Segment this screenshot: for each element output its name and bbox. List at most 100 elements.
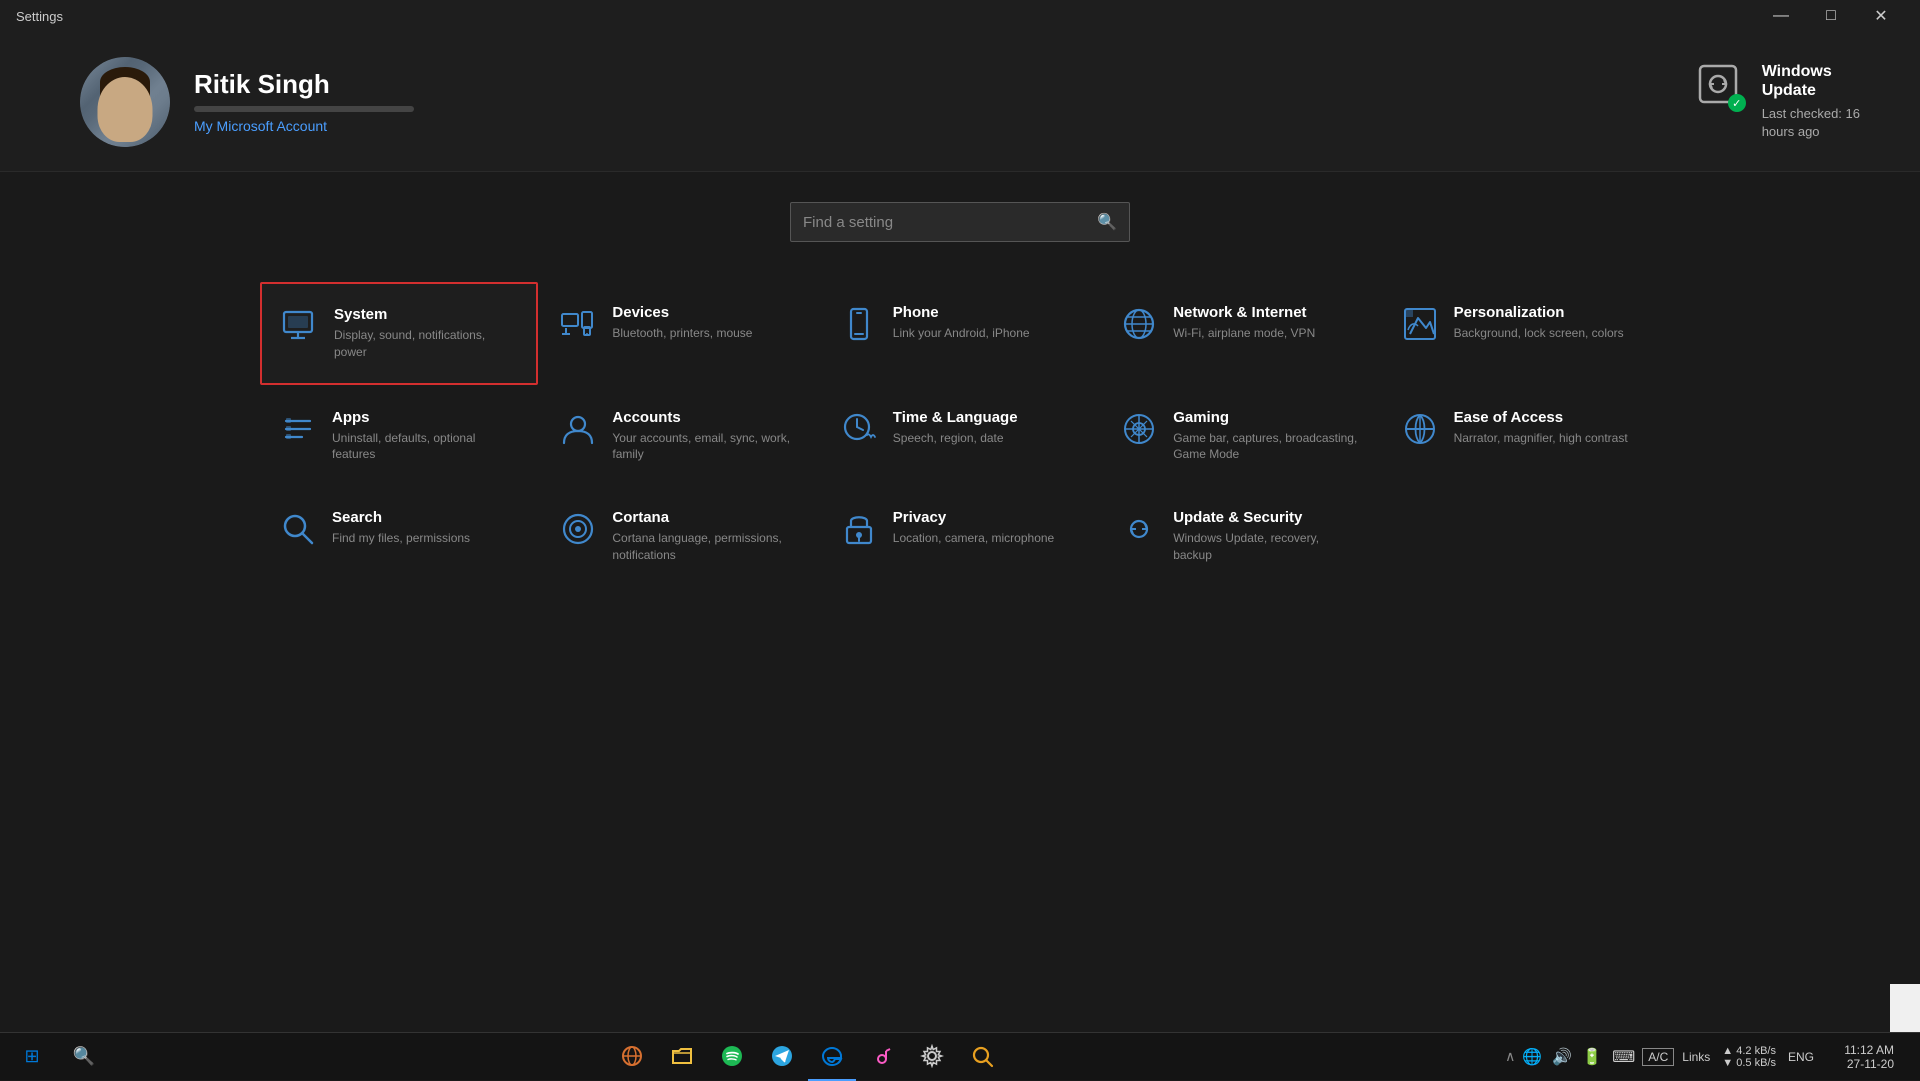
time-title: Time & Language bbox=[893, 409, 1018, 426]
taskbar-apps bbox=[608, 1033, 1006, 1081]
network-icon bbox=[1121, 306, 1157, 342]
tray-overflow[interactable]: ∧ bbox=[1505, 1048, 1515, 1065]
settings-item-network[interactable]: Network & Internet Wi-Fi, airplane mode,… bbox=[1101, 282, 1379, 385]
apps-desc: Uninstall, defaults, optional features bbox=[332, 430, 518, 464]
devices-desc: Bluetooth, printers, mouse bbox=[612, 325, 752, 342]
title-bar: Settings — □ ✕ bbox=[0, 0, 1920, 32]
taskbar-clock[interactable]: 11:12 AM 27-11-20 bbox=[1822, 1043, 1902, 1071]
accounts-text: Accounts Your accounts, email, sync, wor… bbox=[612, 409, 798, 464]
user-account-bar bbox=[194, 106, 414, 112]
settings-item-search[interactable]: Search Find my files, permissions bbox=[260, 487, 538, 586]
search-input[interactable] bbox=[803, 214, 1089, 231]
update-settings-icon bbox=[1121, 511, 1157, 547]
settings-item-accounts[interactable]: Accounts Your accounts, email, sync, wor… bbox=[540, 387, 818, 486]
taskbar-app-explorer[interactable] bbox=[658, 1033, 706, 1081]
taskbar-search-button[interactable]: 🔍 bbox=[60, 1033, 108, 1081]
ac-badge[interactable]: A/C bbox=[1642, 1048, 1674, 1066]
header: Ritik Singh My Microsoft Account ✓ Windo… bbox=[0, 32, 1920, 172]
search-icon: 🔍 bbox=[1097, 212, 1117, 232]
update-title: WindowsUpdate bbox=[1762, 62, 1860, 100]
ease-text: Ease of Access Narrator, magnifier, high… bbox=[1454, 409, 1628, 447]
avatar-image bbox=[80, 57, 170, 147]
user-name: Ritik Singh bbox=[194, 69, 414, 100]
settings-item-devices[interactable]: Devices Bluetooth, printers, mouse bbox=[540, 282, 818, 385]
close-button[interactable]: ✕ bbox=[1858, 0, 1904, 32]
taskbar-right: ∧ 🌐 🔊 🔋 ⌨ A/C Links ▲ 4.2 kB/s ▼ 0.5 kB/… bbox=[1505, 1033, 1912, 1081]
phone-text: Phone Link your Android, iPhone bbox=[893, 304, 1030, 342]
search-container: 🔍 bbox=[0, 172, 1920, 262]
avatar bbox=[80, 57, 170, 147]
network-text: Network & Internet Wi-Fi, airplane mode,… bbox=[1173, 304, 1315, 342]
settings-item-cortana[interactable]: Cortana Cortana language, permissions, n… bbox=[540, 487, 818, 586]
settings-item-time[interactable]: Time & Language Speech, region, date bbox=[821, 387, 1099, 486]
time-text: Time & Language Speech, region, date bbox=[893, 409, 1018, 447]
settings-item-gaming[interactable]: Gaming Game bar, captures, broadcasting,… bbox=[1101, 387, 1379, 486]
user-info: Ritik Singh My Microsoft Account bbox=[194, 69, 414, 134]
settings-item-privacy[interactable]: Privacy Location, camera, microphone bbox=[821, 487, 1099, 586]
settings-item-system[interactable]: System Display, sound, notifications, po… bbox=[260, 282, 538, 385]
update-info: WindowsUpdate Last checked: 16hours ago bbox=[1762, 62, 1860, 141]
taskbar-app-gear[interactable] bbox=[908, 1033, 956, 1081]
language-indicator[interactable]: ENG bbox=[1784, 1050, 1818, 1064]
tray-keyboard: ⌨ bbox=[1609, 1047, 1638, 1067]
taskbar-time-display: 11:12 AM bbox=[1844, 1043, 1894, 1057]
privacy-text: Privacy Location, camera, microphone bbox=[893, 509, 1054, 547]
taskbar-app-spotify[interactable] bbox=[708, 1033, 756, 1081]
accounts-desc: Your accounts, email, sync, work, family bbox=[612, 430, 798, 464]
search-settings-text: Search Find my files, permissions bbox=[332, 509, 470, 547]
windows-update-section[interactable]: ✓ WindowsUpdate Last checked: 16hours ag… bbox=[1696, 62, 1860, 141]
settings-item-phone[interactable]: Phone Link your Android, iPhone bbox=[821, 282, 1099, 385]
microsoft-account-link[interactable]: My Microsoft Account bbox=[194, 118, 414, 134]
gaming-desc: Game bar, captures, broadcasting, Game M… bbox=[1173, 430, 1359, 464]
show-desktop-button[interactable] bbox=[1906, 1033, 1912, 1081]
maximize-button[interactable]: □ bbox=[1808, 0, 1854, 32]
privacy-icon bbox=[841, 511, 877, 547]
time-icon bbox=[841, 411, 877, 447]
tray-battery[interactable]: 🔋 bbox=[1579, 1047, 1605, 1067]
update-subtitle: Last checked: 16hours ago bbox=[1762, 105, 1860, 141]
search-settings-desc: Find my files, permissions bbox=[332, 530, 470, 547]
phone-title: Phone bbox=[893, 304, 1030, 321]
minimize-button[interactable]: — bbox=[1758, 0, 1804, 32]
update-check-badge: ✓ bbox=[1728, 94, 1746, 112]
update-icon-container: ✓ bbox=[1696, 62, 1746, 112]
taskbar-app-itunes[interactable] bbox=[858, 1033, 906, 1081]
taskbar-app-search2[interactable] bbox=[958, 1033, 1006, 1081]
cortana-desc: Cortana language, permissions, notificat… bbox=[612, 530, 798, 564]
cortana-title: Cortana bbox=[612, 509, 798, 526]
gaming-title: Gaming bbox=[1173, 409, 1359, 426]
personalization-desc: Background, lock screen, colors bbox=[1454, 325, 1624, 342]
settings-grid: System Display, sound, notifications, po… bbox=[260, 282, 1660, 586]
phone-icon bbox=[841, 306, 877, 342]
tray-network[interactable]: 🌐 bbox=[1519, 1047, 1545, 1067]
apps-text: Apps Uninstall, defaults, optional featu… bbox=[332, 409, 518, 464]
taskbar-app-ie[interactable] bbox=[608, 1033, 656, 1081]
taskbar-left: ⊞ 🔍 bbox=[8, 1033, 108, 1081]
taskbar-app-telegram[interactable] bbox=[758, 1033, 806, 1081]
cortana-icon bbox=[560, 511, 596, 547]
personalization-title: Personalization bbox=[1454, 304, 1624, 321]
update-settings-text: Update & Security Windows Update, recove… bbox=[1173, 509, 1359, 564]
cortana-text: Cortana Cortana language, permissions, n… bbox=[612, 509, 798, 564]
settings-item-personalization[interactable]: Personalization Background, lock screen,… bbox=[1382, 282, 1660, 385]
settings-item-update[interactable]: Update & Security Windows Update, recove… bbox=[1101, 487, 1379, 586]
show-desktop-preview bbox=[1890, 984, 1920, 1032]
settings-item-apps[interactable]: Apps Uninstall, defaults, optional featu… bbox=[260, 387, 538, 486]
search-box[interactable]: 🔍 bbox=[790, 202, 1130, 242]
links-badge[interactable]: Links bbox=[1678, 1050, 1714, 1064]
avatar-face bbox=[98, 77, 153, 142]
taskbar-date-display: 27-11-20 bbox=[1847, 1057, 1894, 1071]
taskbar-app-edge[interactable] bbox=[808, 1033, 856, 1081]
privacy-title: Privacy bbox=[893, 509, 1054, 526]
start-button[interactable]: ⊞ bbox=[8, 1033, 56, 1081]
gaming-text: Gaming Game bar, captures, broadcasting,… bbox=[1173, 409, 1359, 464]
tray-sound[interactable]: 🔊 bbox=[1549, 1047, 1575, 1067]
network-desc: Wi-Fi, airplane mode, VPN bbox=[1173, 325, 1315, 342]
privacy-desc: Location, camera, microphone bbox=[893, 530, 1054, 547]
accounts-icon bbox=[560, 411, 596, 447]
time-desc: Speech, region, date bbox=[893, 430, 1018, 447]
apps-title: Apps bbox=[332, 409, 518, 426]
system-text: System Display, sound, notifications, po… bbox=[334, 306, 516, 361]
ease-title: Ease of Access bbox=[1454, 409, 1628, 426]
settings-item-ease[interactable]: Ease of Access Narrator, magnifier, high… bbox=[1382, 387, 1660, 486]
